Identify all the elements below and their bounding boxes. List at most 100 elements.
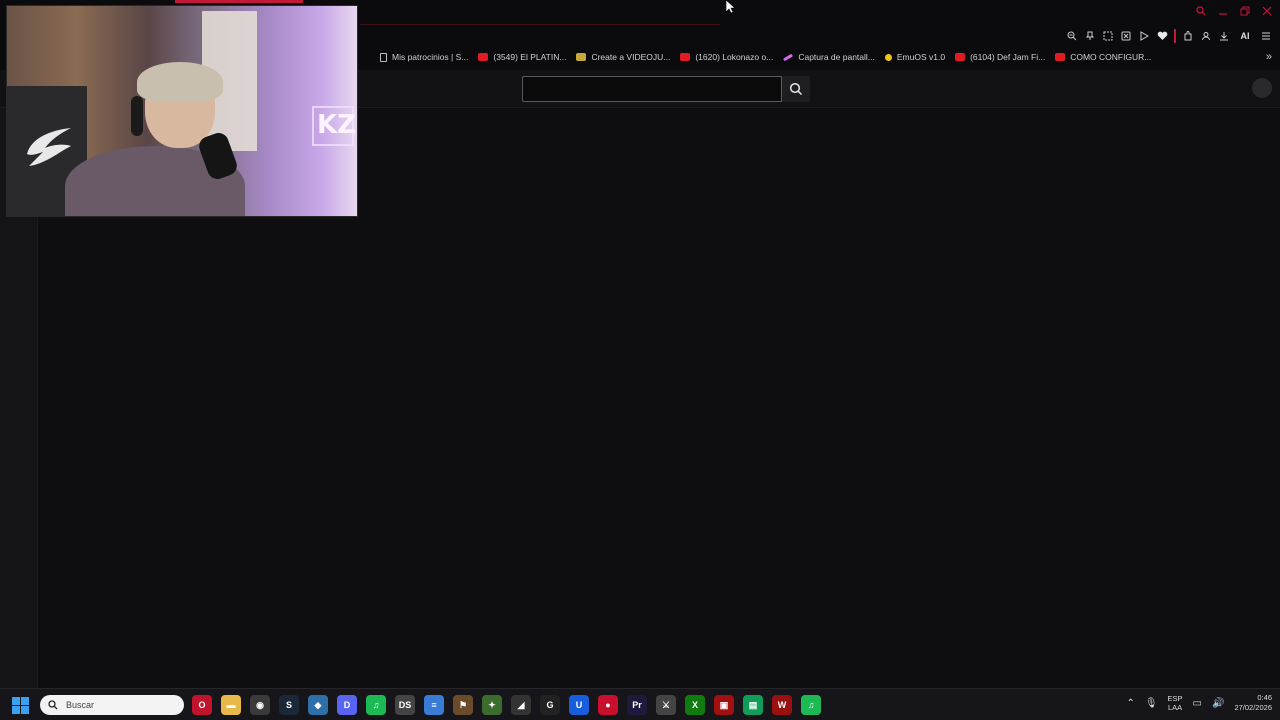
notepad-icon[interactable]: ≡ — [424, 695, 444, 715]
heart-icon[interactable] — [1156, 29, 1168, 43]
start-button[interactable] — [12, 697, 29, 714]
shield-icon[interactable] — [1120, 29, 1132, 43]
download-icon[interactable] — [1218, 29, 1230, 43]
xbox-icon[interactable]: X — [685, 695, 705, 715]
taskbar-search[interactable]: Buscar — [40, 695, 184, 715]
windows-logo-tile — [12, 706, 20, 714]
bookmark-doc-icon — [380, 52, 387, 62]
bookmarks-list: Mis patrocinios | S... (3549) El PLATIN..… — [380, 52, 1151, 62]
search-input[interactable] — [522, 76, 782, 102]
bitwarden-icon[interactable]: U — [569, 695, 589, 715]
bookmark-emu-icon — [884, 53, 892, 61]
close-icon[interactable] — [1260, 4, 1274, 18]
bookmark-item[interactable]: Mis patrocinios | S... — [380, 52, 468, 62]
sheets-icon[interactable]: ▤ — [743, 695, 763, 715]
avatar[interactable] — [1252, 78, 1272, 98]
taskbar-search-placeholder: Buscar — [66, 700, 95, 710]
discord-icon[interactable]: D — [337, 695, 357, 715]
spotify-2-icon[interactable]: ♫ — [801, 695, 821, 715]
keyboard-layout: LAA — [1167, 703, 1183, 712]
mouse-cursor-icon — [725, 0, 735, 14]
extensions-icon[interactable] — [1182, 29, 1194, 43]
game-app-2-icon[interactable]: ✦ — [482, 695, 502, 715]
search-tabs-icon[interactable] — [1194, 4, 1208, 18]
bookmarks-overflow-icon[interactable]: » — [1266, 51, 1272, 63]
minimize-icon[interactable] — [1216, 4, 1230, 18]
app-shield-icon[interactable]: ◆ — [308, 695, 328, 715]
neon-sign-text: KZ — [317, 110, 356, 140]
logitech-icon[interactable]: G — [540, 695, 560, 715]
windows-logo-tile — [21, 697, 29, 705]
clock[interactable]: 0:46 27/02/2026 — [1234, 693, 1272, 713]
game-app-5-icon[interactable]: ▣ — [714, 695, 734, 715]
bookmark-vid-icon — [576, 53, 587, 61]
bookmark-label: (3549) El PLATIN... — [493, 52, 567, 62]
clock-time: 0:46 — [1257, 693, 1272, 702]
bookmark-cap-icon — [783, 53, 794, 61]
bookmark-yt-icon — [1055, 53, 1066, 61]
webcam-overlay: KZ — [6, 5, 358, 217]
system-tray: ⌃ 🎙 ESP LAA ▭ 🔊 0:46 27/02/2026 — [1126, 693, 1272, 713]
network-icon[interactable]: ▭ — [1193, 698, 1202, 709]
language-indicator[interactable]: ESP LAA — [1168, 694, 1183, 712]
bookmark-item[interactable]: EmuOS v1.0 — [884, 52, 946, 62]
chevron-up-icon[interactable]: ⌃ — [1126, 698, 1134, 709]
bookmark-label: Mis patrocinios | S... — [392, 52, 469, 62]
pinned-apps: O ▬ ◉ S ◆ D ♫ DS ≡ ⚑ ✦ ◢ G U ● Pr ⚔ X ▣ ▤ W ♫ — [192, 695, 821, 715]
ai-label: AI — [1240, 31, 1250, 41]
bookmark-item[interactable]: (1620) Lokonazo o... — [680, 52, 773, 62]
window-controls — [1194, 4, 1274, 18]
windows-logo-tile — [12, 697, 20, 705]
language-code: ESP — [1167, 694, 1183, 703]
bookmark-label: (6104) Def Jam Fi... — [970, 52, 1046, 62]
bookmark-item[interactable]: Captura de pantall... — [783, 52, 875, 62]
zoom-icon[interactable] — [1066, 29, 1078, 43]
bookmark-item[interactable]: COMO CONFIGUR... — [1055, 52, 1151, 62]
bookmark-item[interactable]: (6104) Def Jam Fi... — [955, 52, 1045, 62]
restore-icon[interactable] — [1238, 4, 1252, 18]
windows-logo-tile — [21, 706, 29, 714]
steam-icon[interactable]: S — [279, 695, 299, 715]
bookmark-label: Captura de pantall... — [798, 52, 875, 62]
premiere-icon[interactable]: Pr — [627, 695, 647, 715]
bookmark-item[interactable]: (3549) El PLATIN... — [478, 52, 566, 62]
bookmark-yt-icon — [955, 53, 966, 61]
headset — [131, 96, 143, 136]
streamer-logo-icon — [27, 128, 71, 166]
toolbar-separator — [1174, 29, 1176, 43]
search-icon — [789, 82, 803, 96]
taskbar: Buscar O ▬ ◉ S ◆ D ♫ DS ≡ ⚑ ✦ ◢ G U ● Pr ⚔ X ▣ ▤ W ♫ ⌃ 🎙 ESP … — [0, 688, 1280, 720]
menu-icon[interactable] — [1260, 29, 1272, 43]
game-app-3-icon[interactable]: ● — [598, 695, 618, 715]
clock-date: 27/02/2026 — [1234, 703, 1272, 712]
game-app-1-icon[interactable]: ⚑ — [453, 695, 473, 715]
active-tab-indicator[interactable] — [175, 0, 303, 3]
opera-gx-icon[interactable]: O — [192, 695, 212, 715]
bookmark-item[interactable]: Create a VIDEOJU... — [576, 52, 670, 62]
tab-divider — [360, 24, 720, 25]
bookmark-label: Create a VIDEOJU... — [591, 52, 671, 62]
microphone-icon[interactable]: 🎙 — [1145, 698, 1158, 709]
profile-icon[interactable] — [1200, 29, 1212, 43]
bookmark-label: EmuOS v1.0 — [896, 52, 946, 62]
person-hair — [137, 62, 223, 102]
volume-icon[interactable]: 🔊 — [1212, 698, 1224, 709]
game-app-6-icon[interactable]: W — [772, 695, 792, 715]
bookmark-yt-icon — [680, 53, 691, 61]
ds-emulator-icon[interactable]: DS — [395, 695, 415, 715]
bookmark-label: COMO CONFIGUR... — [1070, 52, 1152, 62]
play-icon[interactable] — [1138, 29, 1150, 43]
search-button[interactable] — [782, 76, 810, 102]
chrome-icon[interactable]: ◉ — [250, 695, 270, 715]
spotify-icon[interactable]: ♫ — [366, 695, 386, 715]
bookmark-yt-icon — [478, 53, 489, 61]
bookmark-label: (1620) Lokonazo o... — [695, 52, 774, 62]
game-app-4-icon[interactable]: ⚔ — [656, 695, 676, 715]
racing-game-icon[interactable]: ◢ — [511, 695, 531, 715]
file-explorer-icon[interactable]: ▬ — [221, 695, 241, 715]
snapshot-icon[interactable] — [1102, 29, 1114, 43]
toolbar-icons: AI — [1066, 29, 1272, 43]
ai-button[interactable]: AI — [1236, 29, 1254, 43]
search-icon — [48, 700, 58, 710]
pin-icon[interactable] — [1084, 29, 1096, 43]
